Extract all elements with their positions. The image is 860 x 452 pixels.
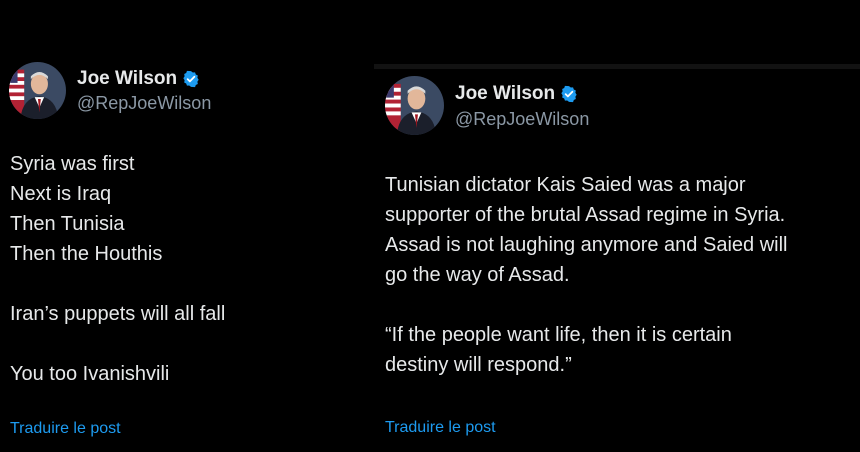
author-handle[interactable]: @RepJoeWilson: [455, 109, 589, 130]
post-text-line: Then the Houthis: [10, 243, 163, 265]
post-text-line: You too Ivanishvili: [10, 363, 170, 385]
post-text-line: Tunisian dictator Kais Saied was a major: [385, 174, 746, 196]
verified-badge-icon: [561, 85, 577, 103]
post-text-line: supporter of the brutal Assad regime in …: [385, 204, 786, 226]
author-row: Joe Wilson: [455, 83, 578, 105]
post-text: Tunisian dictator Kais Saied was a major…: [385, 170, 857, 380]
post-text-line: “If the people want life, then it is cer…: [385, 324, 732, 346]
translate-post-link[interactable]: Traduire le post: [10, 420, 121, 438]
verified-badge-icon: [183, 70, 199, 88]
avatar-image: [385, 76, 444, 135]
post-text-line: destiny will respond.”: [385, 354, 572, 376]
author-name[interactable]: Joe Wilson: [77, 68, 177, 90]
post-text-line: go the way of Assad.: [385, 264, 570, 286]
post-text: Syria was first Next is Iraq Then Tunisi…: [10, 149, 225, 389]
post-card-left[interactable]: Joe Wilson @RepJoeWilson Syria was first…: [0, 0, 368, 452]
post-text-line: Next is Iraq: [10, 183, 112, 205]
post-text-line: Iran’s puppets will all fall: [10, 303, 226, 325]
author-name[interactable]: Joe Wilson: [455, 83, 555, 105]
post-text-line: Syria was first: [10, 153, 135, 175]
post-card-right[interactable]: Joe Wilson @RepJoeWilson Tunisian dictat…: [374, 0, 860, 452]
translate-post-link[interactable]: Traduire le post: [385, 419, 496, 437]
post-text-line: Then Tunisia: [10, 213, 125, 235]
author-row: Joe Wilson: [77, 68, 200, 90]
avatar-image: [9, 62, 66, 119]
author-handle[interactable]: @RepJoeWilson: [77, 93, 211, 114]
avatar[interactable]: [385, 76, 444, 135]
avatar[interactable]: [9, 62, 66, 119]
post-text-line: Assad is not laughing anymore and Saied …: [385, 234, 788, 256]
